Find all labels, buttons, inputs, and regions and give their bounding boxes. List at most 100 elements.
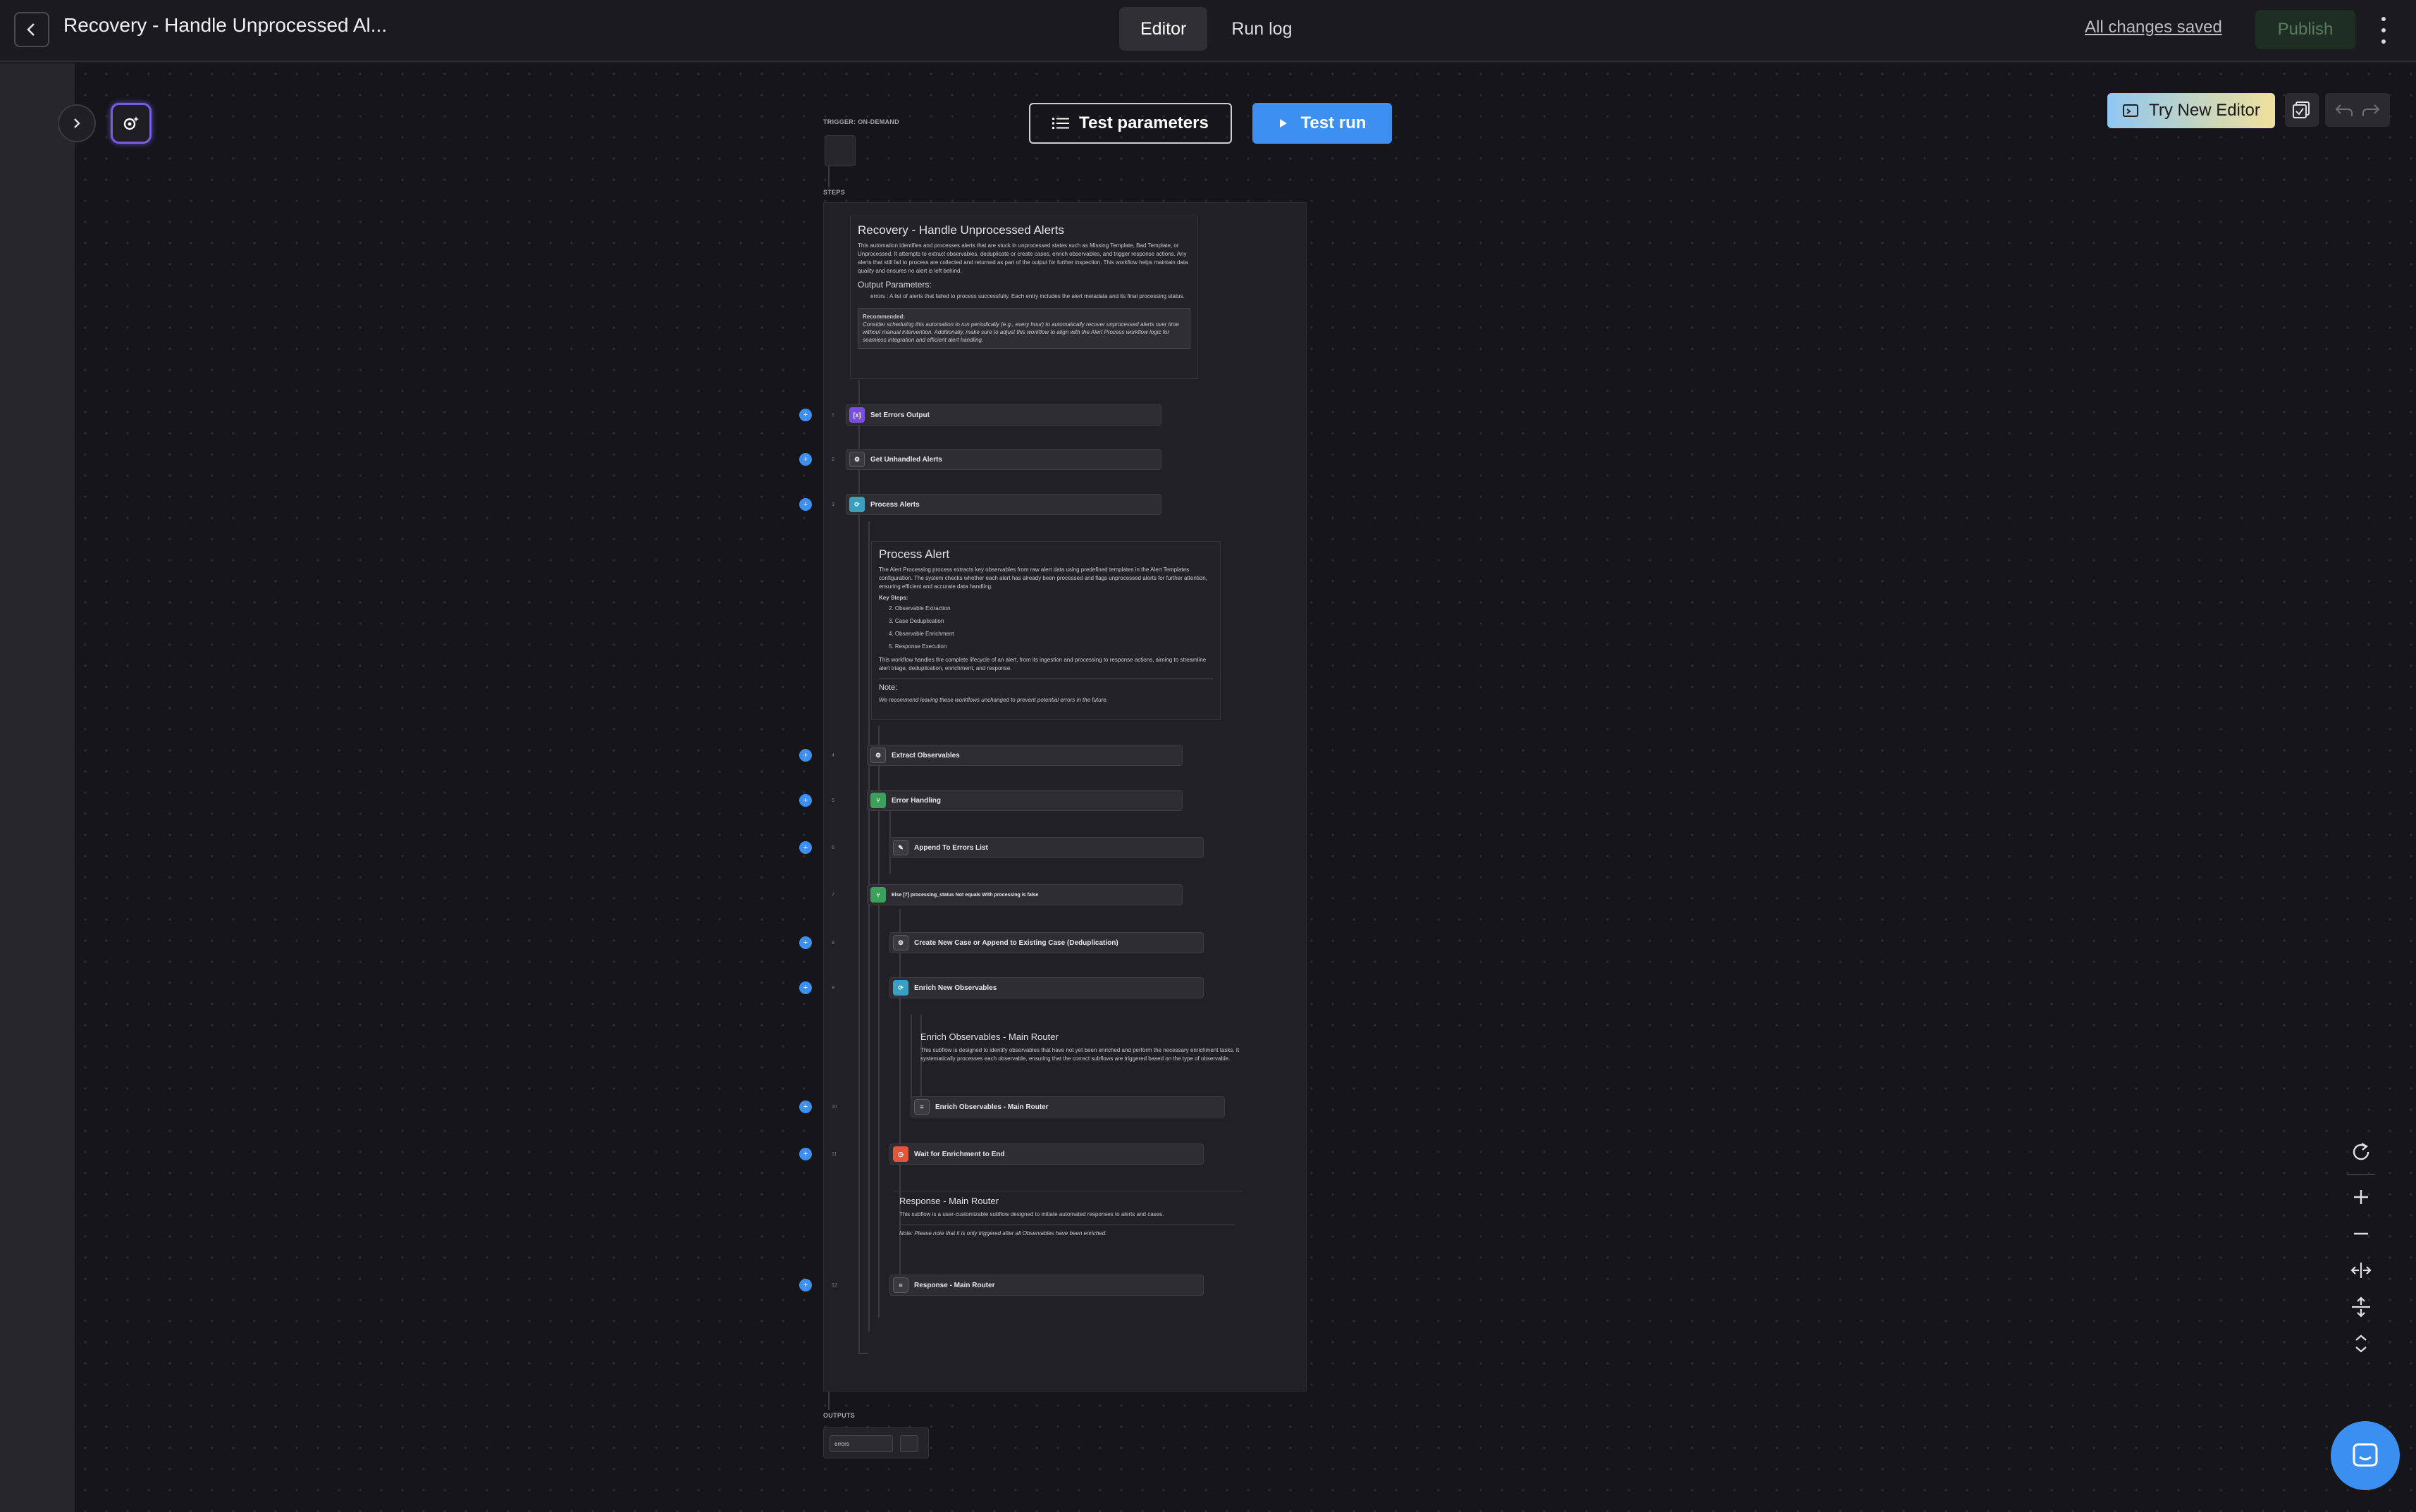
add-step-dot[interactable]: + bbox=[799, 1148, 812, 1160]
response-router-card[interactable]: Response - Main Router This subflow is a… bbox=[892, 1191, 1242, 1247]
add-step-dot[interactable]: + bbox=[799, 1101, 812, 1113]
list-icon bbox=[1052, 118, 1070, 129]
key-steps-heading: Key Steps: bbox=[879, 595, 908, 601]
process-card-body: The Alert Processing process extracts ke… bbox=[879, 566, 1207, 590]
step-error-handling[interactable]: ⑂ Error Handling bbox=[867, 790, 1183, 811]
step-label: Response - Main Router bbox=[914, 1281, 995, 1289]
expand-sidebar-button[interactable] bbox=[58, 104, 96, 142]
output-field-chip[interactable]: errors bbox=[830, 1435, 893, 1452]
test-parameters-label: Test parameters bbox=[1079, 113, 1209, 132]
collapse-icon[interactable] bbox=[2343, 1329, 2379, 1358]
trigger-node[interactable] bbox=[825, 135, 856, 166]
undo-redo-group bbox=[2325, 93, 2390, 127]
action-icon: ⚙ bbox=[893, 935, 908, 950]
add-output-button[interactable] bbox=[900, 1435, 918, 1452]
test-parameters-button[interactable]: Test parameters bbox=[1029, 103, 1232, 144]
process-card-title: Process Alert bbox=[879, 547, 950, 561]
publish-button[interactable]: Publish bbox=[2255, 10, 2355, 49]
step-append-to-errors-list[interactable]: ✎ Append To Errors List bbox=[889, 837, 1204, 858]
play-icon bbox=[1279, 119, 1287, 128]
zoom-in-icon[interactable] bbox=[2343, 1182, 2379, 1212]
process-alert-card[interactable]: Process Alert The Alert Processing proce… bbox=[871, 541, 1221, 720]
editor-icon bbox=[2123, 104, 2139, 117]
checklist-icon bbox=[2293, 101, 2310, 118]
step-response-main-router[interactable]: ≡ Response - Main Router bbox=[889, 1275, 1204, 1296]
add-step-dot[interactable]: + bbox=[799, 981, 812, 994]
step-wait-for-enrichment[interactable]: ◷ Wait for Enrichment to End bbox=[889, 1144, 1204, 1165]
wait-icon: ◷ bbox=[893, 1146, 908, 1162]
process-note-heading: Note: bbox=[879, 683, 898, 692]
key-step: 4. Observable Enrichment bbox=[889, 631, 954, 637]
process-note-body: We recommend leaving these workflows unc… bbox=[879, 697, 1108, 703]
checklist-button[interactable] bbox=[2285, 93, 2319, 127]
fit-width-icon[interactable] bbox=[2343, 1256, 2379, 1285]
recommend-body: Consider scheduling this automation to r… bbox=[863, 321, 1179, 343]
step-label: Process Alerts bbox=[870, 500, 920, 509]
tab-editor[interactable]: Editor bbox=[1119, 7, 1208, 51]
variable-icon: [x] bbox=[849, 407, 865, 423]
tab-run-log[interactable]: Run log bbox=[1210, 7, 1313, 51]
add-step-dot[interactable]: + bbox=[799, 749, 812, 762]
add-step-dot[interactable]: + bbox=[799, 841, 812, 854]
chevron-right-icon bbox=[74, 118, 80, 128]
view-tabs: Editor Run log bbox=[1119, 7, 1313, 51]
output-param-item: errors : A list of alerts that failed to… bbox=[870, 293, 1185, 299]
condition-icon: ⑂ bbox=[870, 793, 886, 808]
output-params-heading: Output Parameters: bbox=[858, 280, 932, 290]
more-menu-icon[interactable] bbox=[2378, 14, 2389, 47]
left-rail bbox=[0, 63, 75, 1512]
add-step-dot[interactable]: + bbox=[799, 936, 812, 949]
step-label: Enrich Observables - Main Router bbox=[935, 1103, 1049, 1111]
step-number: 7 bbox=[832, 893, 834, 898]
test-run-button[interactable]: Test run bbox=[1252, 103, 1392, 144]
add-step-dot[interactable]: + bbox=[799, 409, 812, 421]
try-new-editor-button[interactable]: Try New Editor bbox=[2107, 93, 2275, 128]
outputs-node[interactable]: errors bbox=[823, 1427, 929, 1458]
key-step: 5. Response Execution bbox=[889, 643, 947, 650]
zoom-out-icon[interactable] bbox=[2343, 1219, 2379, 1248]
chat-support-button[interactable] bbox=[2331, 1421, 2400, 1490]
page-title: Recovery - Handle Unprocessed Al... bbox=[63, 14, 388, 36]
reset-icon[interactable] bbox=[2343, 1137, 2379, 1167]
step-label: Wait for Enrichment to End bbox=[914, 1150, 1005, 1158]
top-bar: Recovery - Handle Unprocessed Al... Edit… bbox=[0, 0, 2416, 62]
step-number: 3 bbox=[832, 502, 834, 507]
zoom-controls bbox=[2340, 1137, 2382, 1377]
add-step-dot[interactable]: + bbox=[799, 453, 812, 466]
step-process-alerts[interactable]: ⟳ Process Alerts bbox=[846, 494, 1161, 515]
step-number: 1 bbox=[832, 413, 834, 418]
chat-icon bbox=[2353, 1443, 2378, 1467]
fit-height-icon[interactable] bbox=[2343, 1292, 2379, 1322]
step-extract-observables[interactable]: ⚙ Extract Observables bbox=[867, 745, 1183, 766]
action-icon: ⚙ bbox=[870, 748, 886, 763]
step-enrich-new-observables[interactable]: ⟳ Enrich New Observables bbox=[889, 977, 1204, 998]
enrich-router-card[interactable]: Enrich Observables - Main Router This su… bbox=[913, 1027, 1260, 1072]
enrich-card-body: This subflow is designed to identify obs… bbox=[920, 1047, 1240, 1062]
step-number: 11 bbox=[832, 1152, 837, 1157]
step-enrich-observables-router[interactable]: ≡ Enrich Observables - Main Router bbox=[911, 1096, 1225, 1117]
action-icon: ✎ bbox=[893, 840, 908, 855]
add-step-dot[interactable]: + bbox=[799, 498, 812, 511]
key-step: 2. Observable Extraction bbox=[889, 605, 951, 612]
save-status-link[interactable]: All changes saved bbox=[2085, 18, 2222, 37]
ai-assistant-button[interactable] bbox=[111, 103, 152, 144]
subflow-icon: ≡ bbox=[893, 1277, 908, 1293]
redo-icon[interactable] bbox=[2360, 102, 2381, 118]
recommend-title: Recommended: bbox=[863, 314, 906, 320]
undo-icon[interactable] bbox=[2334, 102, 2355, 118]
intro-card-title: Recovery - Handle Unprocessed Alerts bbox=[858, 223, 1064, 237]
add-step-dot[interactable]: + bbox=[799, 794, 812, 807]
back-button[interactable] bbox=[14, 12, 49, 47]
step-set-errors-output[interactable]: [x] Set Errors Output bbox=[846, 404, 1161, 426]
step-create-new-case[interactable]: ⚙ Create New Case or Append to Existing … bbox=[889, 932, 1204, 953]
step-else-branch[interactable]: ⑂ Else [7] processing_status Not equals … bbox=[867, 884, 1183, 905]
step-label: Enrich New Observables bbox=[914, 984, 997, 992]
add-step-dot[interactable]: + bbox=[799, 1279, 812, 1291]
step-label: Else [7] processing_status Not equals Wi… bbox=[892, 892, 1039, 898]
outputs-label: OUTPUTS bbox=[823, 1412, 856, 1419]
step-get-unhandled-alerts[interactable]: ⚙ Get Unhandled Alerts bbox=[846, 449, 1161, 470]
intro-description-card[interactable]: Recovery - Handle Unprocessed Alerts Thi… bbox=[850, 216, 1198, 379]
step-number: 8 bbox=[832, 941, 834, 946]
steps-label: STEPS bbox=[823, 189, 846, 196]
intro-card-body: This automation identifies and processes… bbox=[858, 242, 1188, 274]
